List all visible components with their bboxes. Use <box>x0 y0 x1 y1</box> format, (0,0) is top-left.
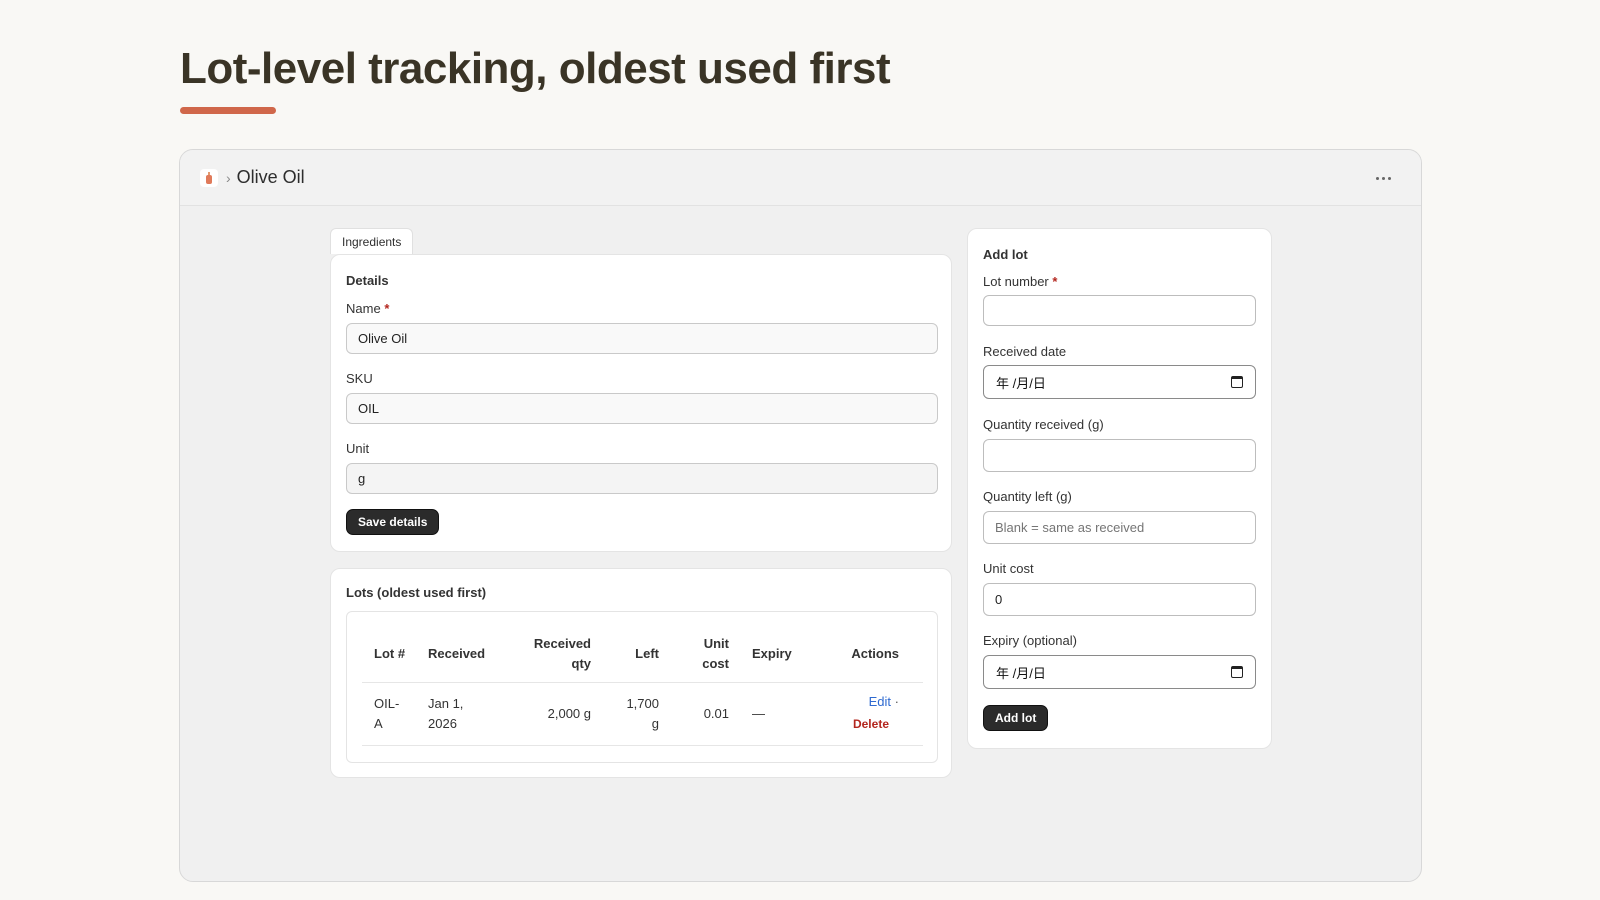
cell-received-qty: 2,000 g <box>547 706 591 721</box>
cell-lot: OIL- A <box>374 696 400 731</box>
unit-input[interactable] <box>346 463 938 494</box>
cell-received: Jan 1, 2026 <box>428 696 464 731</box>
window-title: Olive Oil <box>236 167 305 187</box>
add-lot-button[interactable]: Add lot <box>983 705 1049 731</box>
calendar-icon[interactable] <box>1231 376 1243 388</box>
name-input[interactable] <box>346 323 938 354</box>
edit-lot-link[interactable]: Edit <box>869 694 891 709</box>
cell-left: 1,700 g <box>626 696 659 731</box>
col-unit-cost: Unit cost <box>702 636 729 671</box>
lots-title: Lots (oldest used first) <box>346 585 487 600</box>
cell-expiry: — <box>752 706 765 721</box>
col-actions: Actions <box>851 646 899 661</box>
details-title: Details <box>346 273 389 288</box>
col-received-qty: Received qty <box>533 636 591 671</box>
col-expiry: Expiry <box>752 646 792 661</box>
save-details-button[interactable]: Save details <box>346 509 440 535</box>
headline-underline <box>180 107 276 114</box>
col-received: Received <box>428 646 486 661</box>
col-lot: Lot # <box>374 646 406 661</box>
received-date-value: 年 /月/日 <box>996 375 1046 391</box>
qty-received-input[interactable] <box>983 439 1256 472</box>
header-divider <box>362 682 923 683</box>
qty-left-input[interactable] <box>983 511 1256 544</box>
col-left: Left <box>635 646 659 661</box>
more-horizontal-icon[interactable] <box>1371 166 1395 190</box>
expiry-label: Expiry (optional) <box>983 633 1077 648</box>
olive-oil-bottle-icon <box>200 168 218 187</box>
row-divider <box>362 745 923 746</box>
add-lot-card: Add lot Lot number * Received date 年 /月/… <box>967 228 1272 749</box>
action-separator: · <box>894 694 899 709</box>
add-lot-title: Add lot <box>983 247 1028 262</box>
received-date-input[interactable]: 年 /月/日 <box>983 365 1256 399</box>
cell-actions: Edit · Delete <box>827 692 899 734</box>
expiry-date-value: 年 /月/日 <box>996 665 1046 681</box>
unit-cost-input[interactable] <box>983 583 1256 616</box>
details-card: Details Name * SKU Unit Save details <box>330 254 952 552</box>
breadcrumb-separator: › <box>226 169 231 186</box>
received-date-label: Received date <box>983 344 1067 359</box>
page-headline: Lot-level tracking, oldest used first <box>180 44 891 93</box>
sku-input[interactable] <box>346 393 938 424</box>
unit-label: Unit <box>346 441 370 456</box>
lot-number-input[interactable] <box>983 295 1256 326</box>
qty-left-label: Quantity left (g) <box>983 489 1072 504</box>
lots-table: Lot # Received Received qty Left Unit cost… <box>346 611 938 763</box>
lots-card: Lots (oldest used first) Lot # Received … <box>330 568 952 778</box>
lot-number-label: Lot number * <box>983 274 1058 289</box>
tab-ingredients[interactable]: Ingredients <box>330 228 414 254</box>
qty-received-label: Quantity received (g) <box>983 417 1104 432</box>
calendar-icon[interactable] <box>1231 666 1243 678</box>
cell-unit-cost: 0.01 <box>703 706 729 721</box>
name-label: Name * <box>346 301 390 316</box>
window-titlebar: › Olive Oil <box>180 150 1421 206</box>
delete-lot-link[interactable]: Delete <box>853 717 889 731</box>
expiry-date-input[interactable]: 年 /月/日 <box>983 655 1256 689</box>
sku-label: SKU <box>346 371 373 386</box>
unit-cost-label: Unit cost <box>983 561 1034 576</box>
